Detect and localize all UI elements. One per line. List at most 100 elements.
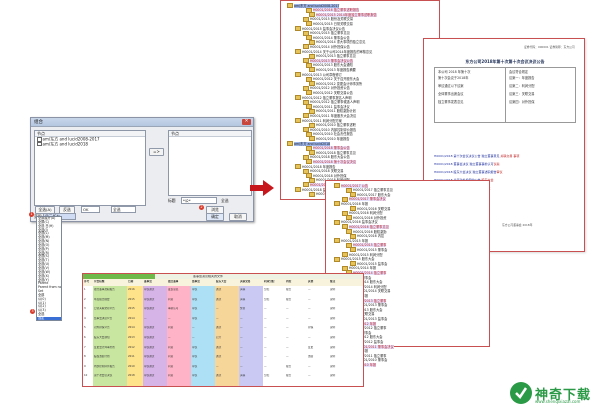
tree-node[interactable]: H0001/2018 第十次会议决议 (306, 159, 357, 165)
move-right-button[interactable]: => (149, 148, 164, 156)
type-select[interactable]: 全选 (111, 206, 136, 213)
link-text: H0001/2018 股东大会决议 独立董事述职报告 (434, 170, 497, 174)
sheet-cell: 说明 (330, 345, 336, 349)
tree-node[interactable]: H0001/2016 独立董事意见 (342, 224, 389, 230)
sheet-cell: 发表意见 (168, 288, 179, 291)
tree-node[interactable]: H0001/2014 对外担保公告 (303, 44, 350, 50)
announcement-cell: 议案三：关联交易 (509, 92, 535, 96)
tree-node[interactable]: H0001/2017 独立董事意见 (346, 187, 393, 193)
tree-node[interactable]: H0001/2015 监事会决议公告 (295, 26, 345, 31)
scope-dropdown-list[interactable]: 全屏展开(A) 全屏(C) 全选 日(H) 全选(J) 全选(L) 全选(M) 全选(N) 全… (36, 216, 62, 321)
tree-node[interactable]: H0001/2013 公司章程修订 (295, 72, 342, 77)
tree-node[interactable]: H0001/2010 内部控制评价报告 (303, 127, 356, 133)
step-badge-3: 3 (30, 309, 35, 314)
tree-node[interactable]: am/东方 and lucid2018 (287, 141, 331, 146)
sheet-cell: — (308, 297, 311, 301)
tree-node[interactable]: am/东方 and lucid2008-2017 (287, 3, 340, 8)
tree-node[interactable]: H0001/2014 关于公司2014年度报告的审核意见 (295, 49, 372, 54)
folder-icon (295, 72, 301, 77)
tree-node[interactable]: H0001/2016 股权激励 (346, 229, 386, 234)
tree-node[interactable]: H0001/2010 社会责任报告 (306, 131, 353, 137)
tree-node[interactable]: H0001/2015 独立董事意见 (303, 30, 350, 36)
tree-node[interactable]: H0001/2018 关联交易 (303, 168, 343, 174)
tree-node[interactable]: H0001/2011 监事会决议 (306, 104, 350, 110)
tree-node[interactable]: H0001/2016 监事会决议 (334, 219, 378, 225)
tree-node[interactable]: H0001/2012 关联交易公告 (306, 90, 353, 96)
tree-node[interactable]: H0001/2012 变更会计师事务所 (309, 81, 362, 87)
tree-node[interactable]: H0001/2015 股份及关联交易 (303, 16, 353, 22)
announcement-cell: 审议通过以下议案 (438, 84, 464, 88)
tree-node[interactable]: H0001/2014 重大事项的独立意见 (309, 39, 365, 45)
tree-node[interactable]: H0001/2015 董事会 (350, 247, 387, 253)
tree-node[interactable]: H0001/2013 股东大会通知 (306, 62, 353, 68)
tree-node[interactable]: H0001/2016 独立董事述职报告 (306, 7, 360, 13)
tree-node[interactable]: H0001/2013 董事会决议公告 (303, 58, 354, 64)
tree-node[interactable]: H0001/2018 独立董事意见 (309, 150, 356, 156)
tree-node[interactable]: H0001/2015 年报 (334, 238, 368, 244)
select-all-checkbox[interactable]: 全选 (221, 198, 229, 204)
folder-icon (287, 141, 293, 146)
announcement-link[interactable]: H0001/2018 股东大会决议 独立董事述职报告审议 (434, 170, 502, 174)
tree-node[interactable]: H0001/2012 独立董事提名人声明 (295, 95, 351, 100)
sheet-cell: 年度报告摘要 (94, 297, 110, 301)
sheet-cell: 2015 (128, 297, 135, 301)
tree-node[interactable]: H0001/2015 独立董事 (346, 242, 387, 248)
tree-node[interactable]: H0001/2015 日常关联交易 (306, 21, 353, 27)
logo-url: www.shenqixiazai.com (535, 399, 581, 404)
tree-node[interactable]: H0001/2010 年度报告 (309, 136, 349, 142)
tree-node[interactable]: H0001/2012 对外投资公告 (303, 85, 350, 91)
cancel-button[interactable]: 取消 (229, 213, 247, 221)
sheet-cell: — (192, 326, 195, 330)
title-input[interactable]: *公* (181, 197, 217, 204)
op-select[interactable]: OK (81, 206, 100, 213)
tree-node[interactable]: H0001/2013 年度报告摘要 (309, 67, 356, 73)
tree-node[interactable]: H0001/2015 股东大会 (334, 256, 374, 262)
tree-node[interactable]: H0001/2011 利润分配方案 (295, 118, 342, 123)
sheet-cell: 事前认可 (168, 307, 179, 311)
ok-button[interactable]: 确定 (206, 213, 224, 221)
dialog-title-bar[interactable]: 组合 ✕ (31, 118, 253, 127)
tree-node[interactable]: H0001/2016 利润分配 (342, 210, 382, 216)
sheet-cell: 担保 (308, 326, 314, 330)
tree-node[interactable]: H0001/2015 2014年度独立董事述职报告 (309, 12, 377, 18)
tree-node[interactable]: H0001/2015 利润分配 (342, 252, 382, 257)
tree-node[interactable]: H0001/2017 股东大会 (350, 192, 390, 198)
tree-node[interactable]: H0001/2016 年报 (334, 201, 368, 207)
sheet-cell: 同意 (168, 326, 174, 330)
announcement-link[interactable]: H0001/2018 第十次会议决议公告 独立董事意见 关联交易 事项 (434, 154, 519, 158)
tree-node[interactable]: H0001/2012 关于召开股东大会 (306, 76, 359, 82)
tree-node[interactable]: H0001/2016 关联交易 (350, 206, 390, 211)
announcement-link[interactable]: H0001/2018 董事会决议 独立董事事前认可议案 (434, 162, 499, 166)
sheet-column: 利润分配 分配 分配 — — — — — — — 分配 (263, 280, 286, 386)
sheet-column: 监事会 审议 审议 审议 审议 — — 审议 审议 审议 审议 (191, 280, 216, 386)
tree-node[interactable]: H0001/2018 董事会公告 (306, 145, 350, 151)
tree-node[interactable]: H0001/2017 董事会决议 (342, 196, 386, 202)
sheet-cell: — (168, 316, 171, 320)
tree-node[interactable]: H0001/2018 股东大会公告 (303, 154, 350, 160)
close-icon[interactable]: ✕ (242, 119, 251, 125)
list-item[interactable]: am/东方 and lucid2018 (35, 141, 145, 146)
target-node-list[interactable]: 节点 (168, 130, 252, 196)
tree-node[interactable]: H0001/2014 董事会公告 (306, 35, 350, 41)
tree-node[interactable]: H0001/2012 独立董事候选人声明 (303, 99, 359, 105)
tree-node[interactable]: H0001/2011 年度股东大会决议 (303, 113, 356, 119)
sheet-cell: 报告 (286, 297, 292, 301)
tree-node[interactable]: H0001/2018 对外担保 (306, 173, 346, 179)
tree-node[interactable]: H0001/2016 对外投资 (346, 215, 386, 221)
sheet-cell: 2010 (128, 364, 135, 368)
folder-icon (334, 238, 340, 244)
sheet-cell: 说明 (330, 297, 336, 301)
tree-node[interactable]: H0001/2013 独立董事意见 (309, 53, 356, 59)
sheet-cell: 同意 (168, 345, 174, 349)
tree-node[interactable]: H0001/2018 年度报告 (295, 164, 335, 169)
tree-node[interactable]: H0001/2015 监事会 (350, 261, 387, 267)
tree-node[interactable]: H0001/2010 独立董事述职 (309, 122, 356, 128)
checkbox-icon[interactable] (37, 141, 42, 146)
tree-node[interactable]: H0001/2017 公告 (334, 183, 369, 188)
sheet-cell: — (308, 307, 311, 311)
sheet-cell: 2018 (128, 374, 135, 378)
source-node-list[interactable]: 节点 am/东方 and lucid2008-2017 am/东方 and lu… (34, 130, 146, 206)
tree-node[interactable]: H0001/2016 内控 (350, 233, 384, 239)
tree-node[interactable]: H0001/2014 年报 (342, 265, 376, 271)
tree-node[interactable]: H0001/2011 股权激励计划 (309, 108, 356, 114)
